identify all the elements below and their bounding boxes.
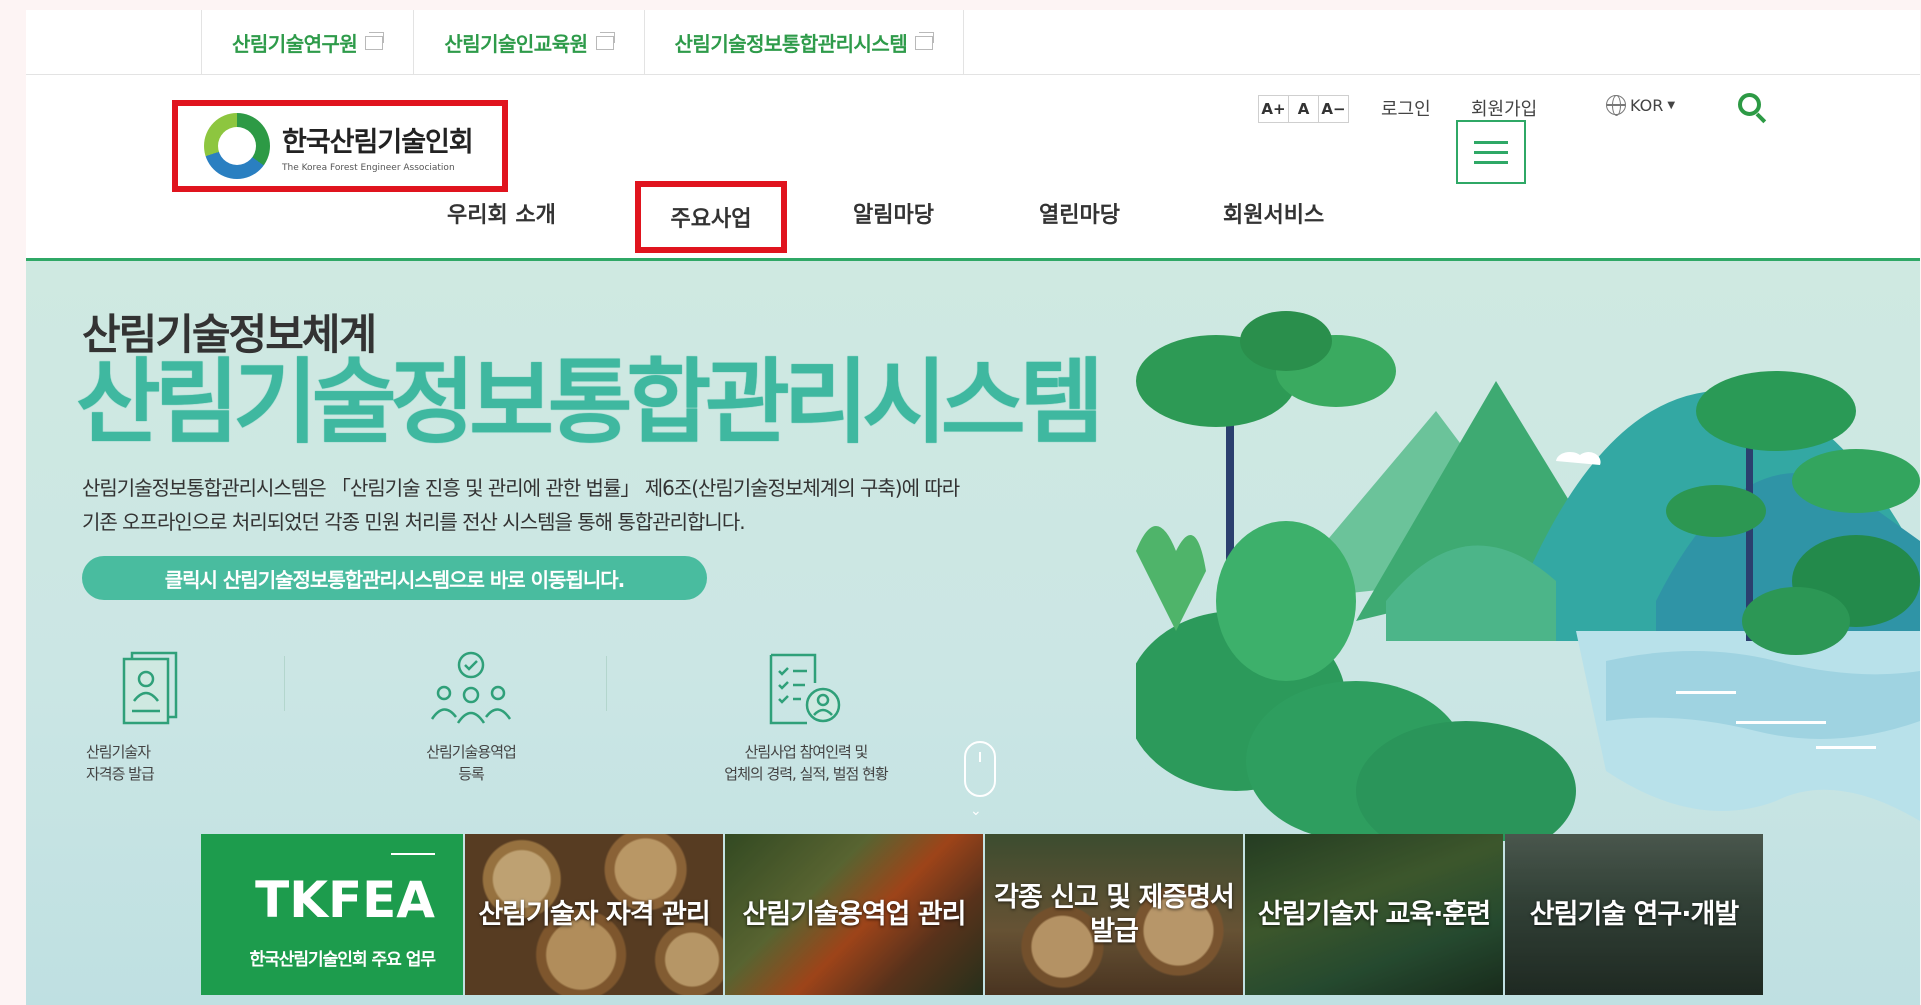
card-label: 산림기술자 자격 관리: [478, 898, 710, 930]
nav-item-main-business[interactable]: 주요사업: [635, 181, 787, 253]
page: 산림기술연구원 산림기술인교육원 산림기술정보통합관리시스템 한국산림기술인회 …: [26, 10, 1920, 1005]
quick-link-label: 산림사업 참여인력 및: [744, 743, 869, 761]
feature-title: TKFEA: [255, 870, 435, 929]
hero-banner: 산림기술정보체계 산림기술정보통합관리시스템 산림기술정보통합관리시스템은 「산…: [26, 261, 1920, 1005]
hero-description: 산림기술정보통합관리시스템은 「산림기술 진흥 및 관리에 관한 법률」 제6조…: [82, 471, 1042, 539]
card-research-development[interactable]: 산림기술 연구·개발: [1505, 834, 1763, 995]
divider: [284, 656, 285, 711]
language-label: KOR: [1630, 95, 1664, 115]
logo-text: 한국산림기술인회 The Korea Forest Engineer Assoc…: [282, 120, 474, 173]
card-label: 각종 신고 및 제증명서: [994, 881, 1235, 913]
nav-item-member-services[interactable]: 회원서비스: [1223, 183, 1324, 243]
font-size-controls: A+ A A−: [1258, 95, 1349, 123]
scroll-mouse-icon: [964, 741, 996, 797]
link-label: 산림기술인교육원: [444, 32, 588, 56]
site-header: 한국산림기술인회 The Korea Forest Engineer Assoc…: [26, 75, 1920, 261]
card-label: 산림기술자 교육·훈련: [1257, 898, 1491, 930]
nav-item-notices[interactable]: 알림마당: [853, 183, 934, 243]
card-label: 산림기술용역업 관리: [742, 898, 967, 930]
link-label: 산림기술정보통합관리시스템: [674, 32, 908, 56]
card-education-training[interactable]: 산림기술자 교육·훈련: [1245, 834, 1503, 995]
search-icon[interactable]: [1738, 93, 1767, 124]
logo-subtitle: The Korea Forest Engineer Association: [282, 162, 455, 173]
quick-link-label: 자격증 발급: [86, 765, 155, 783]
quick-link-label: 업체의 경력, 실적, 벌점 현황: [724, 765, 888, 783]
link-forest-tech-institute[interactable]: 산림기술연구원: [201, 10, 413, 75]
go-to-system-button[interactable]: 클릭시 산림기술정보통합관리시스템으로 바로 이동됩니다.: [82, 556, 707, 600]
quick-link-registration[interactable]: 산림기술용역업 등록: [371, 649, 571, 785]
hamburger-menu-button[interactable]: [1456, 120, 1526, 184]
quick-link-label: 산림기술자: [86, 743, 151, 761]
nav-item-open-forum[interactable]: 열린마당: [1039, 183, 1120, 243]
quick-link-license[interactable]: 산림기술자 자격증 발급: [46, 649, 246, 785]
caret-down-icon: ▼: [1667, 99, 1676, 111]
card-service-business-management[interactable]: 산림기술용역업 관리: [725, 834, 983, 995]
divider: [606, 656, 607, 711]
quick-link-career-status[interactable]: 산림사업 참여인력 및 업체의 경력, 실적, 벌점 현황: [676, 649, 936, 785]
font-decrease-button[interactable]: A−: [1318, 95, 1349, 123]
hero-desc-line: 기존 오프라인으로 처리되었던 각종 민원 처리를 전산 시스템을 통해 통합관…: [82, 510, 746, 534]
certificate-icon: [122, 651, 178, 725]
hero-desc-line: 산림기술정보통합관리시스템은 「산림기술 진흥 및 관리에 관한 법률」 제6조…: [82, 476, 960, 500]
card-certificate-issuance[interactable]: 각종 신고 및 제증명서 발급: [985, 834, 1243, 995]
globe-icon: [1606, 95, 1626, 116]
card-label: 산림기술 연구·개발: [1529, 898, 1739, 930]
card-license-management[interactable]: 산림기술자 자격 관리: [465, 834, 723, 995]
hero-title: 산림기술정보통합관리시스템: [76, 349, 1104, 456]
logo-title: 한국산림기술인회: [282, 126, 474, 158]
card-tkfea: TKFEA 한국산림기술인회 주요 업무: [201, 834, 463, 995]
link-forest-education-center[interactable]: 산림기술인교육원: [413, 10, 643, 75]
font-increase-button[interactable]: A+: [1258, 95, 1289, 123]
new-window-icon: [595, 31, 615, 50]
top-utility-bar: 산림기술연구원 산림기술인교육원 산림기술정보통합관리시스템: [26, 10, 1920, 75]
nav-item-about[interactable]: 우리회 소개: [447, 183, 556, 243]
quick-link-label: 등록: [458, 765, 485, 783]
new-window-icon: [915, 31, 935, 50]
forest-landscape-illustration: [1136, 311, 1920, 841]
feature-description: 한국산림기술인회 주요 업무: [249, 949, 436, 970]
main-navigation: 우리회 소개 주요사업 알림마당 열린마당 회원서비스: [26, 181, 1920, 253]
language-selector[interactable]: KOR ▼: [1606, 95, 1676, 116]
quick-link-label: 산림기술용역업: [426, 743, 517, 761]
document-user-icon: [769, 653, 841, 725]
link-forest-info-system[interactable]: 산림기술정보통합관리시스템: [643, 10, 965, 75]
card-label: 발급: [1090, 915, 1139, 947]
link-label: 산림기술연구원: [232, 32, 358, 56]
logo-emblem-icon: [204, 113, 270, 179]
font-reset-button[interactable]: A: [1288, 95, 1319, 123]
business-cards: TKFEA 한국산림기술인회 주요 업무 산림기술자 자격 관리 산림기술용역업…: [201, 834, 1765, 995]
people-check-icon: [430, 651, 512, 724]
login-link[interactable]: 로그인: [1381, 95, 1431, 121]
signup-link[interactable]: 회원가입: [1471, 95, 1537, 121]
new-window-icon: [365, 31, 385, 50]
family-site-links: 산림기술연구원 산림기술인교육원 산림기술정보통합관리시스템: [201, 10, 965, 75]
logo-link[interactable]: 한국산림기술인회 The Korea Forest Engineer Assoc…: [172, 100, 508, 192]
chevron-down-icon: ⌄: [970, 803, 982, 819]
